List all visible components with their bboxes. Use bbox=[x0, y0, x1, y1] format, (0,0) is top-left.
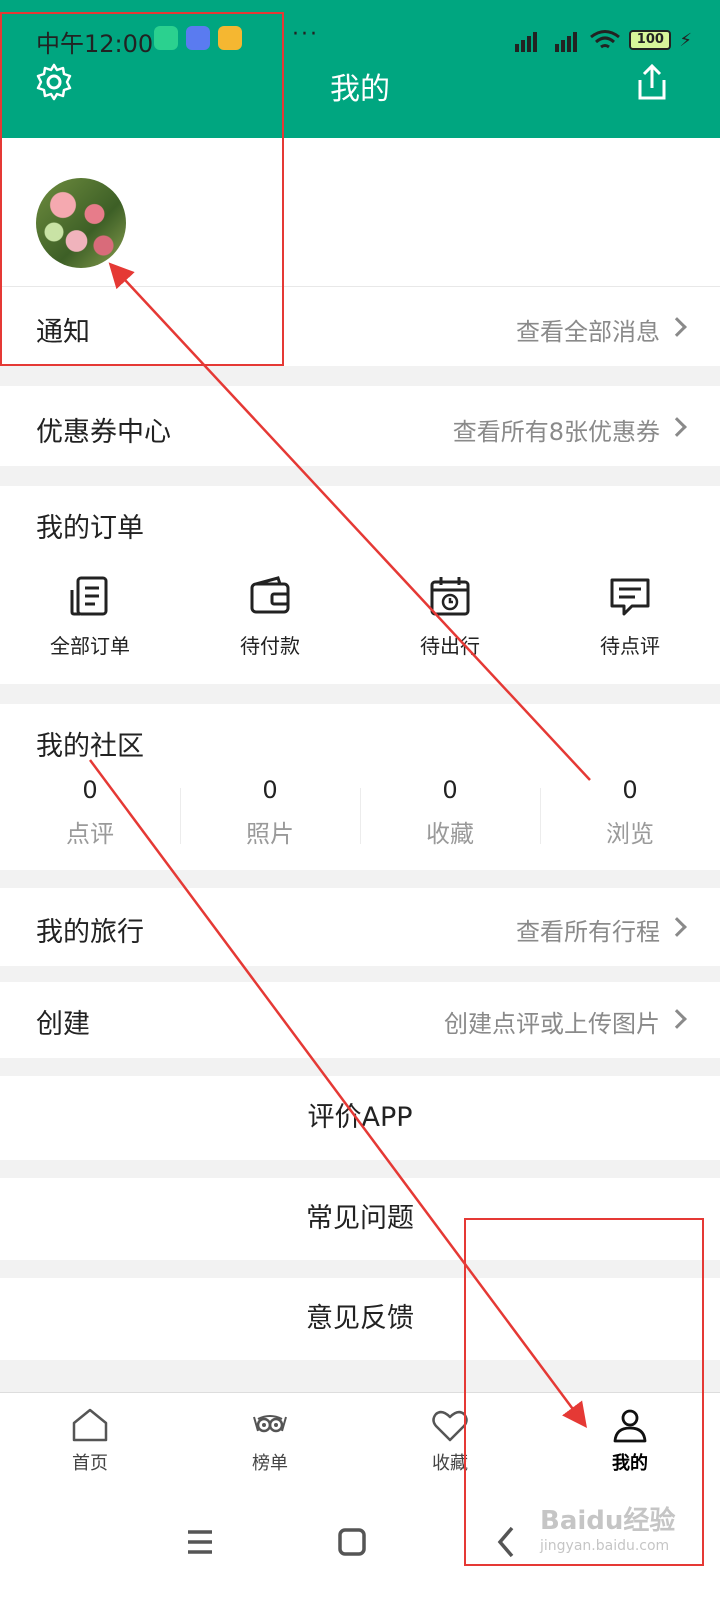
travel-label: 我的旅行 bbox=[36, 917, 144, 948]
tab-favorites-label: 收藏 bbox=[432, 1453, 468, 1474]
tab-favorites[interactable]: 收藏 bbox=[360, 1393, 540, 1492]
stat-value: 0 bbox=[622, 776, 638, 804]
stat-value: 0 bbox=[82, 776, 98, 804]
stat-label: 照片 bbox=[246, 820, 294, 848]
community-title: 我的社区 bbox=[36, 731, 144, 762]
stat-photos[interactable]: 0 照片 bbox=[180, 776, 360, 849]
rate-app-button[interactable]: 评价APP bbox=[0, 1076, 720, 1160]
stat-value: 0 bbox=[262, 776, 278, 804]
chevron-right-icon bbox=[667, 417, 687, 437]
create-label: 创建 bbox=[36, 1009, 90, 1040]
coupon-label: 优惠券中心 bbox=[36, 417, 171, 448]
stat-label: 浏览 bbox=[606, 820, 654, 848]
back-icon[interactable] bbox=[476, 1512, 536, 1572]
page-title: 我的 bbox=[330, 72, 390, 107]
orders-grid: 全部订单 待付款 待出行 待点评 bbox=[0, 574, 720, 659]
rate-app-label: 评价APP bbox=[307, 1102, 413, 1133]
tab-rankings-label: 榜单 bbox=[252, 1453, 288, 1474]
order-pending-travel-label: 待出行 bbox=[420, 634, 480, 658]
menu-icon[interactable] bbox=[170, 1512, 230, 1572]
faq-label: 常见问题 bbox=[306, 1203, 414, 1234]
calendar-icon bbox=[430, 577, 470, 616]
more-notifications-icon: ··· bbox=[292, 22, 319, 47]
order-all-label: 全部订单 bbox=[50, 634, 130, 658]
profile-section bbox=[0, 138, 720, 286]
notice-link[interactable]: 查看全部消息 bbox=[516, 312, 660, 347]
battery-icon: 100 bbox=[629, 30, 672, 50]
notice-label: 通知 bbox=[36, 317, 90, 348]
bottom-tab-bar: 首页 榜单 收藏 我的 bbox=[0, 1392, 720, 1492]
coupon-link[interactable]: 查看所有8张优惠券 bbox=[453, 412, 660, 447]
notice-row[interactable]: 通知 查看全部消息 bbox=[0, 286, 720, 366]
person-icon bbox=[613, 1409, 647, 1443]
status-time: 中午12:00 bbox=[36, 30, 154, 58]
faq-button[interactable]: 常见问题 bbox=[0, 1178, 720, 1260]
orders-title: 我的订单 bbox=[36, 513, 144, 544]
home-icon bbox=[72, 1408, 108, 1442]
order-pending-review-label: 待点评 bbox=[600, 634, 660, 658]
stat-value: 0 bbox=[442, 776, 458, 804]
order-pending-review-button[interactable]: 待点评 bbox=[540, 574, 720, 659]
community-section: 我的社区 0 点评 0 照片 0 收藏 0 浏览 bbox=[0, 704, 720, 870]
order-pending-payment-button[interactable]: 待付款 bbox=[180, 574, 360, 659]
home-square-icon[interactable] bbox=[322, 1512, 382, 1572]
stat-reviews[interactable]: 0 点评 bbox=[0, 776, 180, 849]
divider bbox=[0, 286, 720, 287]
status-bar: 中午12:00 ··· 100 ⚡ bbox=[0, 22, 720, 62]
feedback-label: 意见反馈 bbox=[306, 1303, 414, 1334]
notification-icons bbox=[154, 26, 242, 50]
system-status-icons: 100 ⚡ bbox=[509, 28, 692, 52]
community-stats: 0 点评 0 照片 0 收藏 0 浏览 bbox=[0, 776, 720, 849]
tab-mine[interactable]: 我的 bbox=[540, 1393, 720, 1492]
feather-app-icon bbox=[186, 26, 210, 50]
travel-link[interactable]: 查看所有行程 bbox=[516, 912, 660, 947]
orders-section: 我的订单 全部订单 待付款 待出行 待点评 bbox=[0, 486, 720, 684]
stat-label: 收藏 bbox=[426, 820, 474, 848]
avatar[interactable] bbox=[36, 178, 126, 268]
tab-home-label: 首页 bbox=[72, 1453, 108, 1474]
top-header: 中午12:00 ··· 100 ⚡ 我的 bbox=[0, 0, 720, 148]
stat-views[interactable]: 0 浏览 bbox=[540, 776, 720, 849]
wallet-icon bbox=[250, 576, 290, 614]
create-link[interactable]: 创建点评或上传图片 bbox=[444, 1004, 660, 1039]
create-row[interactable]: 创建 创建点评或上传图片 bbox=[0, 982, 720, 1058]
tab-mine-label: 我的 bbox=[612, 1453, 648, 1474]
travel-row[interactable]: 我的旅行 查看所有行程 bbox=[0, 888, 720, 966]
tripadvisor-app-icon bbox=[154, 26, 178, 50]
watermark-logo: Baidu经验 bbox=[540, 1506, 676, 1536]
watermark-url: jingyan.baidu.com bbox=[540, 1538, 670, 1554]
order-list-icon bbox=[70, 576, 108, 616]
note-app-icon bbox=[218, 26, 242, 50]
coupon-row[interactable]: 优惠券中心 查看所有8张优惠券 bbox=[0, 386, 720, 466]
order-pending-travel-button[interactable]: 待出行 bbox=[360, 574, 540, 659]
feedback-button[interactable]: 意见反馈 bbox=[0, 1278, 720, 1360]
chevron-right-icon bbox=[667, 317, 687, 337]
share-icon[interactable] bbox=[632, 62, 672, 102]
order-pending-payment-label: 待付款 bbox=[240, 634, 300, 658]
heart-icon bbox=[432, 1410, 468, 1442]
charging-icon: ⚡ bbox=[679, 29, 692, 51]
chevron-right-icon bbox=[667, 1009, 687, 1029]
comment-icon bbox=[610, 578, 650, 616]
signal-icon bbox=[509, 28, 541, 52]
stat-label: 点评 bbox=[66, 820, 114, 848]
chevron-right-icon bbox=[667, 917, 687, 937]
tab-home[interactable]: 首页 bbox=[0, 1393, 180, 1492]
tab-rankings[interactable]: 榜单 bbox=[180, 1393, 360, 1492]
wifi-icon bbox=[590, 30, 621, 49]
order-all-button[interactable]: 全部订单 bbox=[0, 574, 180, 659]
stat-favorites[interactable]: 0 收藏 bbox=[360, 776, 540, 849]
signal-icon bbox=[549, 28, 581, 52]
owl-icon bbox=[253, 1415, 287, 1433]
